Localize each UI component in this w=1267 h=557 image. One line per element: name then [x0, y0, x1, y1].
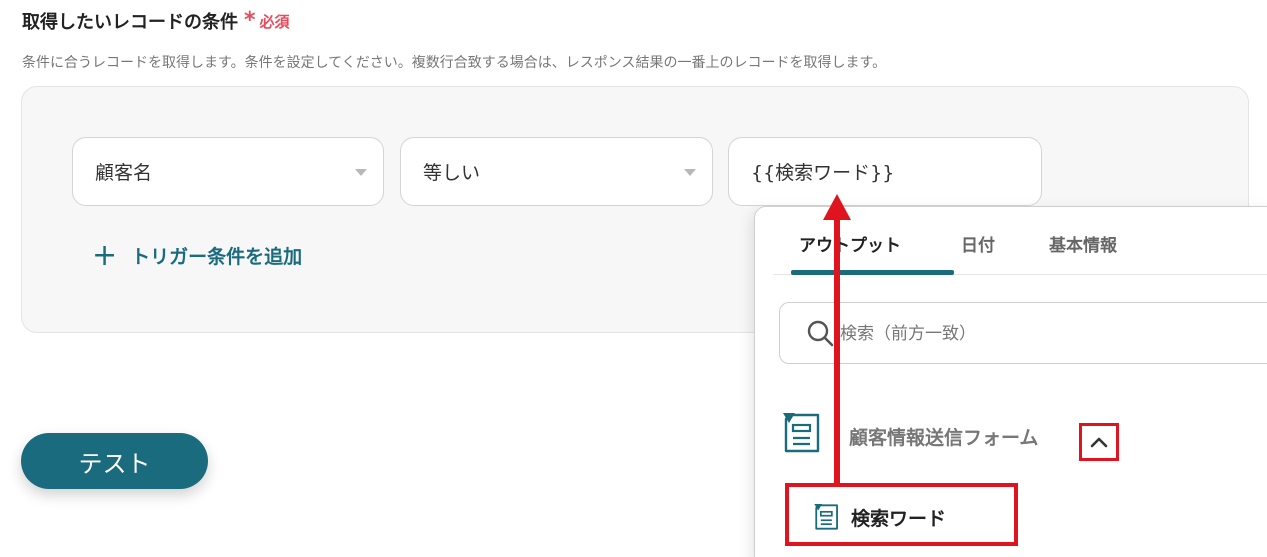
operator-select-value: 等しい — [423, 162, 481, 184]
section-title: 取得したいレコードの条件 * 必須 — [22, 8, 290, 34]
active-tab-indicator — [791, 270, 954, 275]
picker-search-box[interactable] — [779, 302, 1267, 364]
value-input[interactable]: {{検索ワード}} — [728, 137, 1042, 206]
picker-search-input[interactable] — [840, 319, 1220, 349]
test-button[interactable]: テスト — [21, 433, 208, 489]
tab-basic-info[interactable]: 基本情報 — [1049, 231, 1117, 256]
output-item-label: 検索ワード — [851, 508, 947, 530]
plus-icon: + — [92, 238, 118, 273]
add-trigger-label: トリガー条件を追加 — [131, 245, 303, 268]
required-label: 必須 — [259, 12, 290, 31]
output-item-search-word[interactable]: 検索ワード — [785, 483, 1018, 546]
section-title-text: 取得したいレコードの条件 — [22, 12, 238, 33]
output-group-label: 顧客情報送信フォーム — [849, 427, 1039, 449]
field-select-value: 顧客名 — [95, 162, 153, 184]
chevron-down-icon — [355, 169, 367, 176]
output-group-row: 顧客情報送信フォーム — [781, 411, 1181, 461]
tab-output[interactable]: アウトプット — [799, 231, 901, 256]
field-select[interactable]: 顧客名 — [72, 137, 384, 206]
collapse-group-button[interactable] — [1079, 423, 1119, 461]
form-icon — [814, 504, 838, 530]
required-mark: * — [244, 8, 256, 33]
operator-select[interactable]: 等しい — [400, 137, 713, 206]
value-input-text: {{検索ワード}} — [751, 162, 895, 184]
chevron-down-icon — [684, 169, 696, 176]
add-trigger-condition-button[interactable]: + トリガー条件を追加 — [92, 238, 303, 273]
tab-date[interactable]: 日付 — [961, 231, 995, 256]
chevron-up-icon — [1090, 437, 1108, 448]
form-icon — [783, 413, 820, 453]
variable-picker-panel: アウトプット 日付 基本情報 顧客情報送信フォーム — [754, 206, 1267, 557]
picker-tabs: アウトプット 日付 基本情報 — [773, 207, 1267, 275]
search-icon — [807, 320, 834, 347]
section-description: 条件に合うレコードを取得します。条件を設定してください。複数行合致する場合は、レ… — [22, 55, 887, 71]
